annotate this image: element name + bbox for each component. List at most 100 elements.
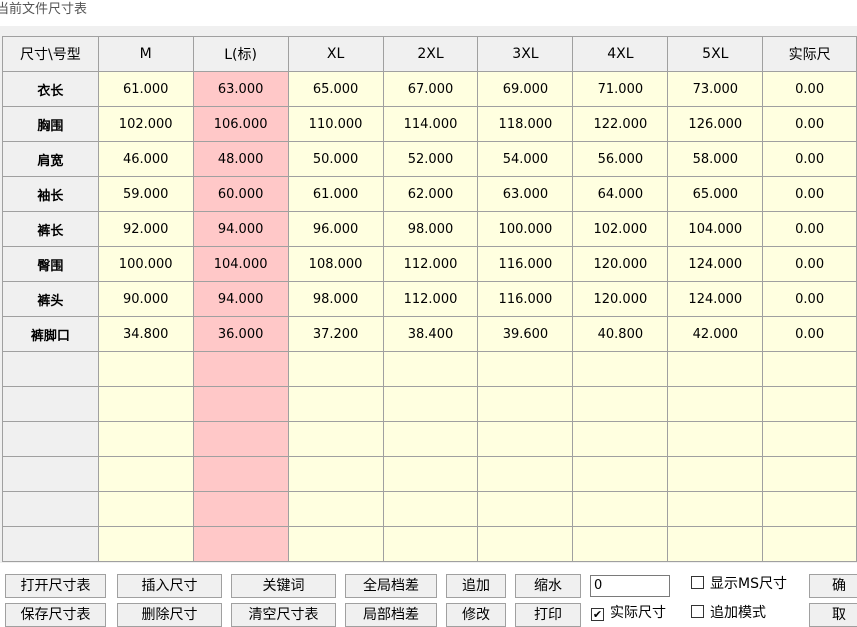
table-cell[interactable]: 102.000 (97, 106, 194, 142)
table-cell[interactable] (382, 421, 479, 457)
row-header[interactable]: 袖长 (2, 176, 99, 212)
table-cell[interactable] (667, 456, 764, 492)
local-grade-button[interactable]: 局部档差 (345, 603, 437, 627)
table-cell[interactable] (192, 526, 289, 562)
column-header[interactable]: M (97, 36, 194, 72)
table-cell[interactable]: 0.00 (762, 211, 857, 247)
print-button[interactable]: 打印 (515, 603, 581, 627)
table-cell[interactable]: 62.000 (382, 176, 479, 212)
table-cell[interactable] (477, 491, 574, 527)
delete-size-button[interactable]: 删除尺寸 (117, 603, 222, 627)
table-cell[interactable] (667, 421, 764, 457)
clear-size-table-button[interactable]: 清空尺寸表 (231, 603, 336, 627)
row-header[interactable]: 胸围 (2, 106, 99, 142)
table-cell[interactable] (382, 386, 479, 422)
table-cell[interactable]: 59.000 (97, 176, 194, 212)
table-cell[interactable] (572, 491, 669, 527)
table-cell[interactable] (762, 491, 857, 527)
table-cell[interactable]: 102.000 (572, 211, 669, 247)
table-cell[interactable]: 63.000 (477, 176, 574, 212)
table-cell[interactable]: 65.000 (287, 71, 384, 107)
column-header[interactable]: L(标) (192, 36, 289, 72)
table-cell[interactable]: 71.000 (572, 71, 669, 107)
column-header[interactable]: 3XL (477, 36, 574, 72)
table-cell[interactable] (762, 351, 857, 387)
table-cell[interactable] (97, 456, 194, 492)
table-cell[interactable]: 104.000 (667, 211, 764, 247)
table-cell[interactable]: 92.000 (97, 211, 194, 247)
show-ms-size-checkbox[interactable]: 显示MS尺寸 (691, 574, 787, 594)
table-cell[interactable] (477, 456, 574, 492)
table-cell[interactable] (97, 386, 194, 422)
table-cell[interactable]: 0.00 (762, 176, 857, 212)
table-cell[interactable]: 112.000 (382, 246, 479, 282)
table-cell[interactable] (477, 386, 574, 422)
table-cell[interactable] (762, 526, 857, 562)
table-cell[interactable] (762, 456, 857, 492)
global-grade-button[interactable]: 全局档差 (345, 574, 437, 598)
table-cell[interactable]: 108.000 (287, 246, 384, 282)
table-cell[interactable]: 104.000 (192, 246, 289, 282)
table-cell[interactable]: 48.000 (192, 141, 289, 177)
table-cell[interactable] (762, 421, 857, 457)
table-cell[interactable]: 0.00 (762, 141, 857, 177)
table-cell[interactable] (382, 526, 479, 562)
keyword-button[interactable]: 关键词 (231, 574, 336, 598)
open-size-table-button[interactable]: 打开尺寸表 (5, 574, 106, 598)
table-cell[interactable]: 61.000 (97, 71, 194, 107)
row-header[interactable]: 臀围 (2, 246, 99, 282)
table-cell[interactable] (382, 456, 479, 492)
row-header[interactable] (2, 456, 99, 492)
table-cell[interactable] (97, 491, 194, 527)
table-cell[interactable] (192, 491, 289, 527)
table-cell[interactable]: 98.000 (287, 281, 384, 317)
table-cell[interactable]: 64.000 (572, 176, 669, 212)
table-cell[interactable] (287, 491, 384, 527)
table-cell[interactable]: 0.00 (762, 281, 857, 317)
table-cell[interactable]: 60.000 (192, 176, 289, 212)
row-header[interactable]: 肩宽 (2, 141, 99, 177)
table-cell[interactable] (192, 351, 289, 387)
table-cell[interactable]: 0.00 (762, 106, 857, 142)
table-cell[interactable] (97, 351, 194, 387)
table-cell[interactable]: 122.000 (572, 106, 669, 142)
table-cell[interactable]: 37.200 (287, 316, 384, 352)
table-cell[interactable] (572, 386, 669, 422)
table-cell[interactable]: 116.000 (477, 246, 574, 282)
row-header[interactable]: 衣长 (2, 71, 99, 107)
table-cell[interactable]: 46.000 (97, 141, 194, 177)
table-cell[interactable] (667, 526, 764, 562)
table-cell[interactable]: 94.000 (192, 211, 289, 247)
table-cell[interactable] (667, 351, 764, 387)
table-cell[interactable]: 56.000 (572, 141, 669, 177)
table-cell[interactable]: 34.800 (97, 316, 194, 352)
row-header[interactable]: 裤长 (2, 211, 99, 247)
modify-button[interactable]: 修改 (446, 603, 506, 627)
checkbox-unchecked-icon[interactable] (691, 605, 704, 618)
table-cell[interactable]: 96.000 (287, 211, 384, 247)
table-cell[interactable] (382, 351, 479, 387)
table-cell[interactable]: 126.000 (667, 106, 764, 142)
table-cell[interactable]: 120.000 (572, 281, 669, 317)
table-cell[interactable]: 69.000 (477, 71, 574, 107)
table-cell[interactable]: 61.000 (287, 176, 384, 212)
row-header[interactable] (2, 421, 99, 457)
table-cell[interactable]: 124.000 (667, 246, 764, 282)
table-cell[interactable] (572, 456, 669, 492)
table-cell[interactable]: 65.000 (667, 176, 764, 212)
row-header[interactable] (2, 351, 99, 387)
table-cell[interactable]: 98.000 (382, 211, 479, 247)
table-cell[interactable]: 100.000 (97, 246, 194, 282)
shrink-button[interactable]: 缩水 (515, 574, 581, 598)
table-cell[interactable]: 114.000 (382, 106, 479, 142)
insert-size-button[interactable]: 插入尺寸 (117, 574, 222, 598)
row-header[interactable] (2, 491, 99, 527)
table-cell[interactable]: 0.00 (762, 71, 857, 107)
append-mode-checkbox[interactable]: 追加模式 (691, 603, 766, 623)
row-header[interactable]: 裤脚口 (2, 316, 99, 352)
table-cell[interactable]: 120.000 (572, 246, 669, 282)
table-cell[interactable] (287, 386, 384, 422)
table-cell[interactable] (97, 526, 194, 562)
actual-size-checkbox[interactable]: ✔ 实际尺寸 (591, 603, 666, 623)
table-cell[interactable]: 42.000 (667, 316, 764, 352)
